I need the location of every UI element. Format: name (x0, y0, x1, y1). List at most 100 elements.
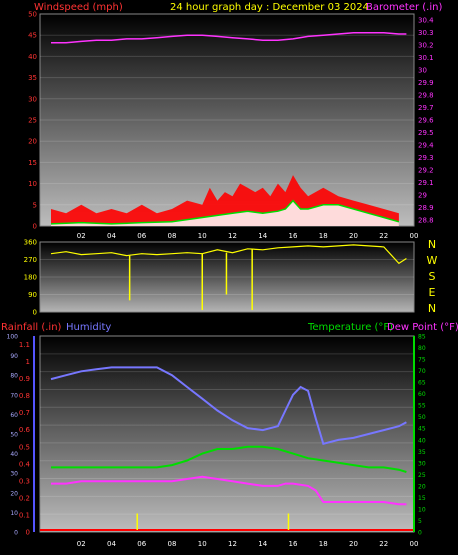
y-tick-label-wind: 45 (28, 32, 37, 40)
x-tick-label: 14 (258, 232, 267, 240)
x-tick-label: 16 (289, 232, 298, 240)
y-tick-label-humidity: 10 (10, 510, 18, 517)
direction-letter: W (427, 254, 438, 267)
y-tick-label-barometer: 29.6 (418, 117, 434, 125)
x-tick-label: 14 (258, 540, 267, 548)
x-tick-label: 06 (137, 232, 146, 240)
y-tick-label-wind: 20 (28, 138, 37, 146)
y-tick-label-temperature: 10 (418, 506, 426, 513)
x-tick-label: 04 (107, 540, 116, 548)
direction-panel-axes: 0 90 180 270 360 (24, 239, 37, 317)
x-tick-label: 04 (107, 232, 116, 240)
y-tick-label-rainfall: 0 (26, 529, 30, 537)
humidity-label: Humidity (66, 322, 111, 333)
y-tick-label-temperature: 65 (418, 380, 426, 387)
y-tick-label-barometer: 28.8 (418, 216, 434, 224)
direction-letter: N (428, 302, 436, 315)
y-tick-label-temperature: 80 (418, 345, 426, 352)
graph-title: 24 hour graph day : December 03 2024 (170, 2, 369, 13)
direction-letter: S (429, 270, 436, 283)
y-tick-label-temperature: 0 (418, 530, 422, 537)
x-tick-label: 16 (289, 540, 298, 548)
x-tick-label: 22 (379, 540, 388, 548)
temperature-label: Temperature (°F) (307, 322, 393, 333)
y-tick-label-temperature: 75 (418, 357, 426, 364)
direction-letter: E (429, 286, 436, 299)
y-tick-label-temperature: 50 (418, 414, 426, 421)
y-tick-label-rainfall: 0.6 (19, 426, 31, 434)
y-tick-label-rainfall: 1.1 (19, 341, 30, 349)
y-tick-label-temperature: 35 (418, 449, 426, 456)
y-tick-label-humidity: 80 (10, 373, 18, 380)
x-tick-label: 20 (349, 540, 358, 548)
rainfall-label: Rainfall (.in) (1, 322, 62, 333)
x-tick-label: 18 (319, 540, 328, 548)
y-tick-label-humidity: 100 (7, 334, 19, 341)
y-tick-label-wind: 40 (28, 53, 37, 61)
y-tick-label-temperature: 15 (418, 495, 426, 502)
y-tick-label-wind: 15 (28, 159, 37, 167)
y-tick-label-barometer: 30 (418, 67, 427, 75)
dewpoint-label: Dew Point (°F) (387, 322, 458, 333)
y-tick-label-rainfall: 0.8 (19, 392, 30, 400)
y-tick-label-humidity: 70 (10, 392, 18, 399)
x-tick-label: 00 (410, 232, 419, 240)
y-tick-label-wind: 50 (28, 11, 37, 19)
y-tick-label-rainfall: 0.4 (19, 460, 31, 468)
x-tick-label: 10 (198, 232, 207, 240)
y-tick-label-temperature: 55 (418, 403, 426, 410)
x-tick-label: 20 (349, 232, 358, 240)
windspeed-label: Windspeed (mph) (34, 2, 123, 13)
x-tick-label: 02 (77, 540, 86, 548)
y-tick-label-barometer: 28.9 (418, 204, 434, 212)
y-tick-label-barometer: 30.3 (418, 29, 434, 37)
x-tick-label: 12 (228, 540, 237, 548)
barometer-label: Barometer (.in) (366, 2, 442, 13)
y-tick-label-temperature: 40 (418, 437, 426, 444)
y-tick-label-barometer: 29 (418, 191, 427, 199)
y-tick-label-temperature: 20 (418, 483, 426, 490)
x-tick-label: 12 (228, 232, 237, 240)
y-tick-label-temperature: 5 (418, 518, 422, 525)
y-tick-label-barometer: 29.4 (418, 141, 434, 149)
y-tick-label-temperature: 25 (418, 472, 426, 479)
y-tick-label-rainfall: 0.5 (19, 443, 30, 451)
y-tick-label-wind: 25 (28, 117, 37, 125)
y-tick-label-humidity: 90 (10, 353, 18, 360)
y-tick-label-wind: 5 (33, 201, 37, 209)
y-tick-label-rainfall: 0.7 (19, 409, 30, 417)
y-tick-label-barometer: 30.4 (418, 17, 434, 25)
y-tick-label-humidity: 0 (14, 530, 18, 537)
y-tick-label-temperature: 45 (418, 426, 426, 433)
y-tick-label-temperature: 60 (418, 391, 426, 398)
x-tick-label: 02 (77, 232, 86, 240)
x-tick-label: 10 (198, 540, 207, 548)
x-tick-label: 08 (168, 232, 177, 240)
y-tick-label-temperature: 30 (418, 460, 426, 467)
y-tick-label-direction: 270 (24, 256, 37, 264)
weather-graph: Windspeed (mph) 24 hour graph day : Dece… (1, 2, 458, 548)
y-tick-label-rainfall: 0.9 (19, 375, 30, 383)
x-tick-label: 18 (319, 232, 328, 240)
x-tick-label: 22 (379, 232, 388, 240)
y-tick-label-humidity: 60 (10, 412, 18, 419)
x-tick-label: 06 (137, 540, 146, 548)
x-tick-label: 00 (410, 540, 419, 548)
y-tick-label-barometer: 30.2 (418, 42, 434, 50)
y-tick-label-barometer: 29.1 (418, 179, 434, 187)
y-tick-label-rainfall: 0.3 (19, 477, 30, 485)
x-tick-label: 08 (168, 540, 177, 548)
y-tick-label-rainfall: 0.2 (19, 494, 30, 502)
y-tick-label-wind: 0 (33, 223, 37, 231)
direction-letters: N W S E N (427, 238, 438, 315)
y-tick-label-humidity: 40 (10, 451, 18, 458)
y-tick-label-temperature: 70 (418, 368, 426, 375)
y-tick-label-barometer: 29.8 (418, 92, 434, 100)
y-tick-label-barometer: 29.7 (418, 104, 434, 112)
y-tick-label-rainfall: 0.1 (19, 511, 30, 519)
y-tick-label-barometer: 30.1 (418, 54, 434, 62)
direction-letter: N (428, 238, 436, 251)
y-tick-label-direction: 0 (33, 309, 37, 317)
y-tick-label-humidity: 30 (10, 471, 18, 478)
y-tick-label-barometer: 29.5 (418, 129, 434, 137)
